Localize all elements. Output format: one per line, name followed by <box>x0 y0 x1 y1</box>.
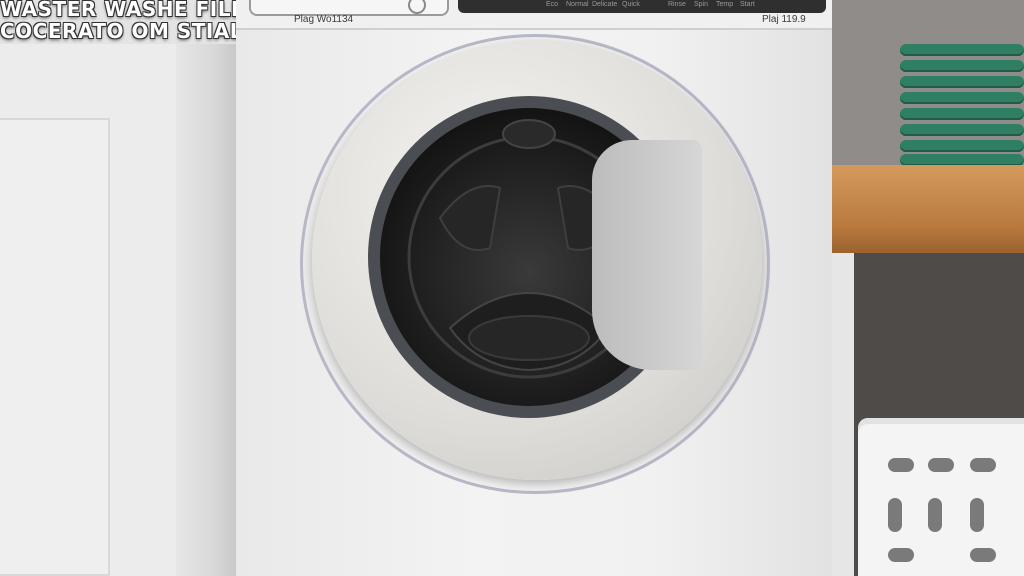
stacked-plate <box>900 60 1024 72</box>
door-handle[interactable] <box>592 140 702 370</box>
cabinet-door <box>0 118 110 576</box>
display-label: Quick <box>622 1 640 8</box>
stacked-plate <box>900 108 1024 120</box>
stacked-plate <box>900 140 1024 152</box>
display-label: Rinse <box>668 1 686 8</box>
basket-hole <box>928 458 954 472</box>
basket-hole <box>928 498 942 532</box>
caption-line-1: WASTER WASHE FILL <box>0 0 245 21</box>
control-display: Eco Normal Delicate Quick Rinse Spin Tem… <box>458 0 826 13</box>
shelf-post <box>832 253 854 576</box>
display-label: Temp <box>716 1 734 8</box>
cabinet-side-panel <box>176 44 236 576</box>
basket-hole <box>888 498 902 532</box>
caption-line-2: COCERATO OM STIAL <box>0 19 244 43</box>
stacked-plate <box>900 44 1024 56</box>
basket-hole <box>888 458 914 472</box>
basket-hole <box>970 458 996 472</box>
display-label: Start <box>740 1 755 8</box>
basket-hole <box>970 498 984 532</box>
model-label-right: Plaj 119.9 <box>762 14 806 25</box>
display-label: Normal <box>566 1 589 8</box>
stacked-plate <box>900 76 1024 88</box>
stacked-plate <box>900 92 1024 104</box>
basket-hole <box>888 548 914 562</box>
display-label: Spin <box>694 1 709 8</box>
laundry-basket <box>858 418 1024 576</box>
display-label: Delicate <box>592 1 618 8</box>
model-label-left: Plag Wo1134 <box>294 14 354 25</box>
display-label: Eco <box>546 1 559 8</box>
wooden-shelf <box>832 165 1024 253</box>
overlay-caption: WASTER WASHE FILL COCERATO OM STIAL <box>0 0 245 43</box>
stacked-plate <box>900 124 1024 136</box>
basket-hole <box>970 548 996 562</box>
